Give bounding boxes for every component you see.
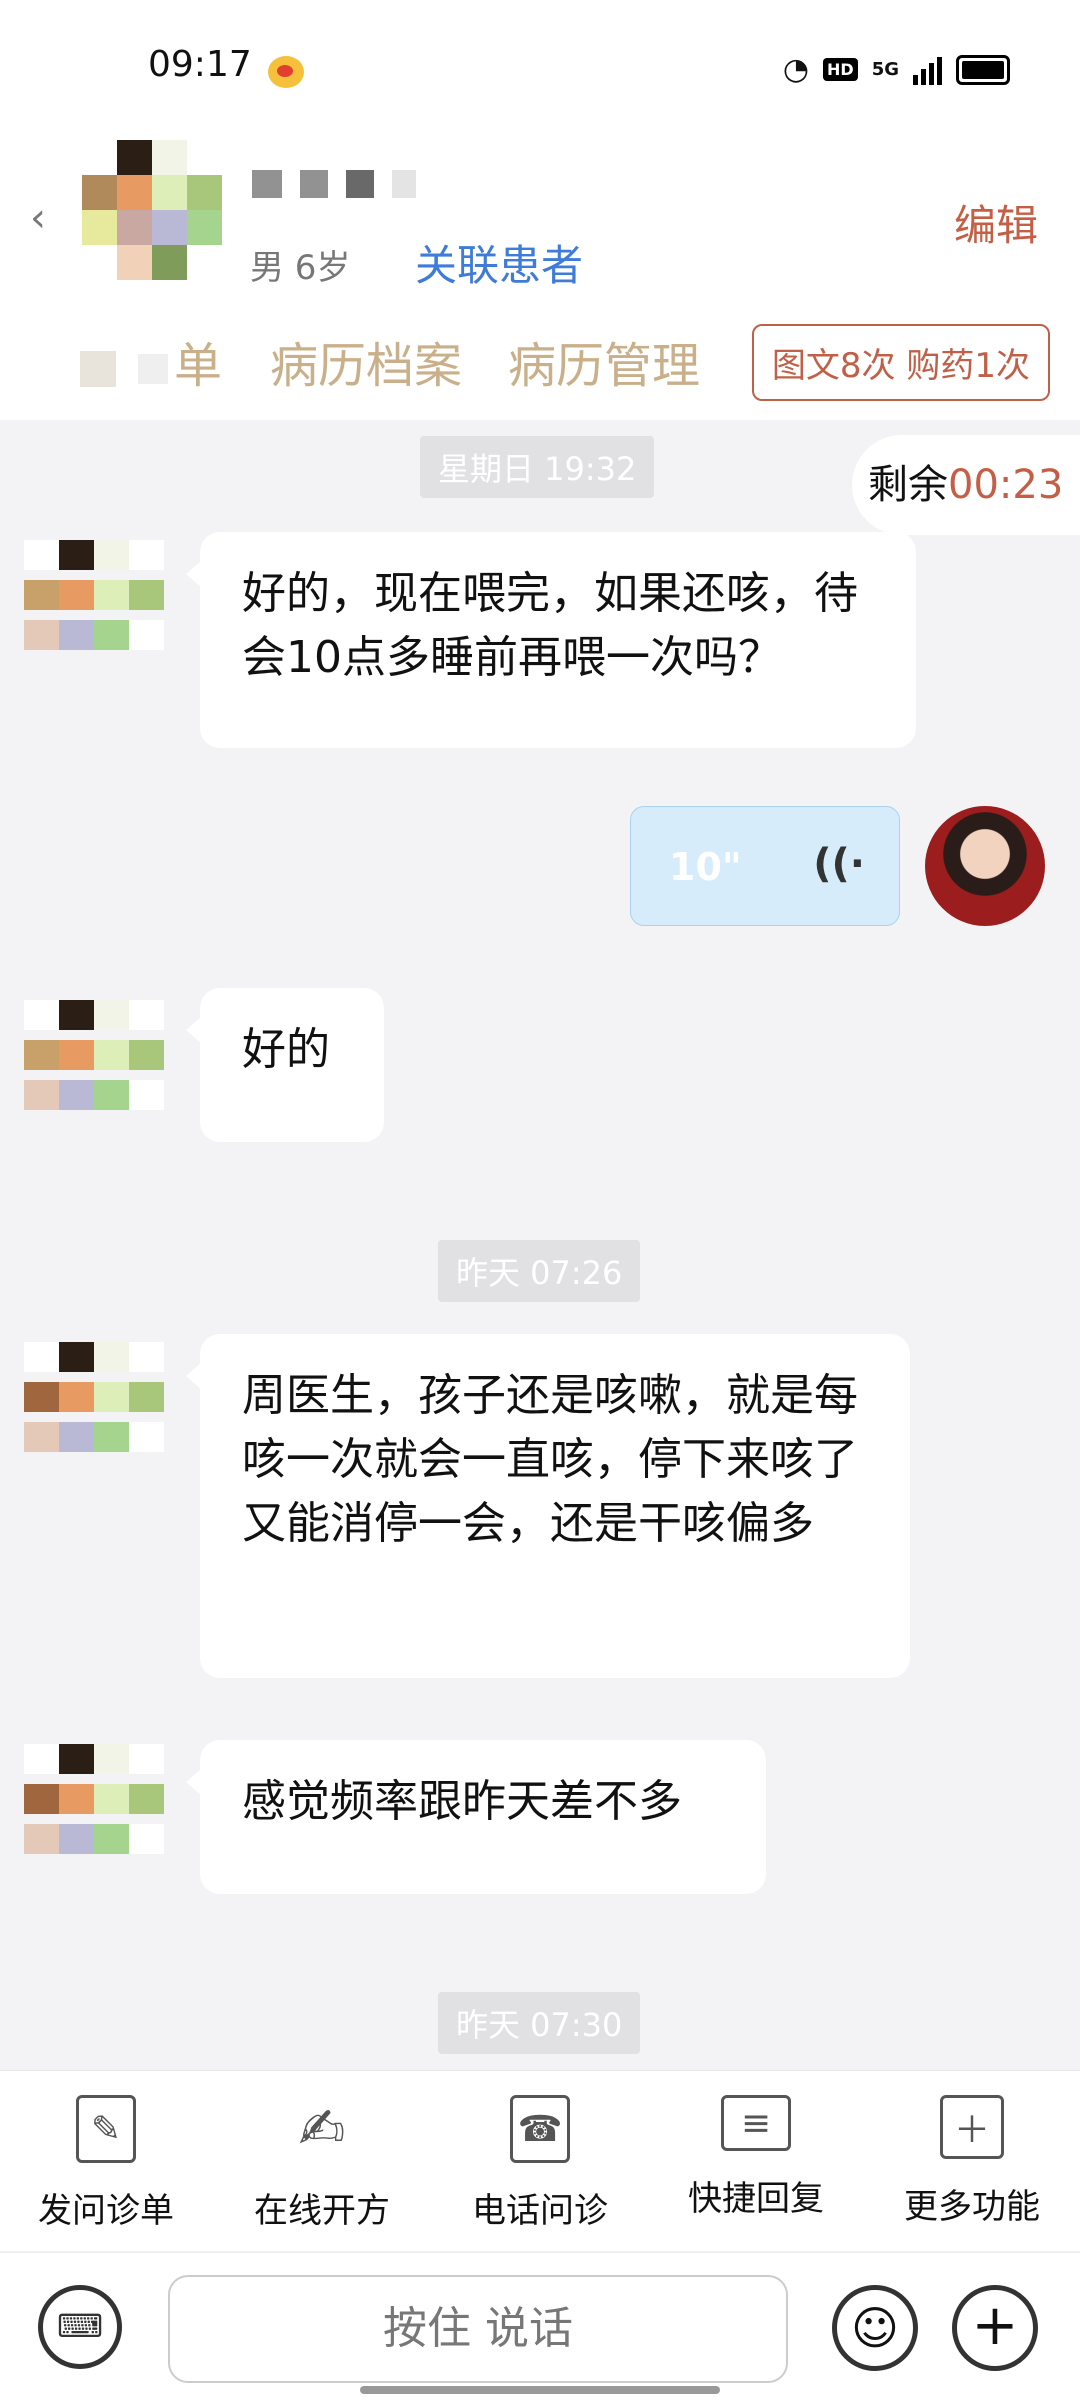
edit-button[interactable]: 编辑 <box>954 192 1038 253</box>
tab-medical-records[interactable]: 病历档案 <box>270 326 462 396</box>
hold-to-talk-button[interactable]: 按住 说话 <box>168 2275 788 2383</box>
timer-prefix: 剩余 <box>868 462 948 508</box>
tab-record-management[interactable]: 病历管理 <box>508 326 700 396</box>
wifi-icon: ◔ <box>782 52 810 87</box>
patient-meta: 男 6岁 <box>250 248 351 288</box>
back-icon[interactable]: ‹ <box>30 195 46 241</box>
phone-consult-button[interactable]: ☎ 电话问诊 <box>440 2095 640 2232</box>
voice-duration: 10" <box>669 845 742 889</box>
tool-label: 电话问诊 <box>472 2191 608 2231</box>
network-label: 5G <box>871 59 899 80</box>
remaining-timer: 剩余00:23 <box>852 435 1080 535</box>
more-functions-button[interactable]: ＋ 更多功能 <box>872 2095 1072 2228</box>
message-bubble: 好的 <box>186 988 384 1142</box>
message-bubble: 周医生，孩子还是咳嗽，就是每咳一次就会一直咳，停下来咳了又能消停一会，还是干咳偏… <box>186 1334 910 1678</box>
status-icons: ◔ HD 5G <box>783 52 1010 87</box>
quota-badge[interactable]: 图文8次 购药1次 <box>751 324 1050 401</box>
keyboard-icon[interactable]: ⌨ <box>38 2285 122 2369</box>
quick-reply-button[interactable]: ≡ 快捷回复 <box>656 2095 856 2220</box>
patient-name-redacted <box>252 170 416 198</box>
timestamp: 昨天 07:26 <box>438 1240 641 1302</box>
top-header: 09:17 ◔ HD 5G ‹ 男 6岁 关联患者 编辑 单 病历档案 病历管理… <box>0 0 1080 420</box>
weibo-notification-icon <box>268 56 304 88</box>
message-bubble: 感觉频率跟昨天差不多 <box>186 1740 766 1894</box>
patient-chat-avatar[interactable] <box>24 1744 164 1864</box>
prescription-icon: ✍ <box>298 2096 346 2162</box>
quick-reply-icon: ≡ <box>721 2095 791 2151</box>
patient-avatar[interactable] <box>82 140 222 280</box>
signal-icon <box>913 55 942 85</box>
timestamp: 星期日 19:32 <box>420 436 655 498</box>
timer-value: 00:23 <box>948 462 1064 508</box>
status-time: 09:17 <box>148 44 252 85</box>
phone-icon: ☎ <box>510 2095 570 2163</box>
tool-label: 快捷回复 <box>688 2179 824 2219</box>
timestamp: 昨天 07:30 <box>438 1992 641 2054</box>
patient-chat-avatar[interactable] <box>24 1342 164 1462</box>
input-bar: ⌨ 按住 说话 ☺ + <box>0 2252 1080 2401</box>
more-icon: ＋ <box>940 2095 1004 2159</box>
tab-redacted[interactable]: 单 <box>80 326 222 396</box>
patient-chat-avatar[interactable] <box>24 1000 164 1120</box>
doctor-avatar[interactable] <box>925 806 1045 926</box>
online-prescription-button[interactable]: ✍ 在线开方 <box>222 2095 422 2232</box>
tool-label: 在线开方 <box>254 2191 390 2231</box>
patient-chat-avatar[interactable] <box>24 540 164 660</box>
hd-icon: HD <box>823 58 858 81</box>
action-toolbar: ✎ 发问诊单 ✍ 在线开方 ☎ 电话问诊 ≡ 快捷回复 ＋ 更多功能 <box>0 2070 1080 2251</box>
battery-icon <box>956 54 1010 85</box>
send-questionnaire-button[interactable]: ✎ 发问诊单 <box>6 2095 206 2232</box>
tool-label: 发问诊单 <box>38 2191 174 2231</box>
plus-icon[interactable]: + <box>952 2285 1038 2371</box>
home-indicator <box>360 2386 720 2394</box>
tool-label: 更多功能 <box>904 2187 1040 2227</box>
voice-message-bubble[interactable]: 10" ((· <box>630 806 900 926</box>
emoji-icon[interactable]: ☺ <box>832 2285 918 2371</box>
message-bubble: 好的，现在喂完，如果还咳，待会10点多睡前再喂一次吗？ <box>186 532 916 748</box>
link-patient-button[interactable]: 关联患者 <box>415 232 583 293</box>
form-icon: ✎ <box>76 2095 136 2163</box>
voice-wave-icon: ((· <box>813 841 865 887</box>
tab-label: 单 <box>174 338 223 394</box>
